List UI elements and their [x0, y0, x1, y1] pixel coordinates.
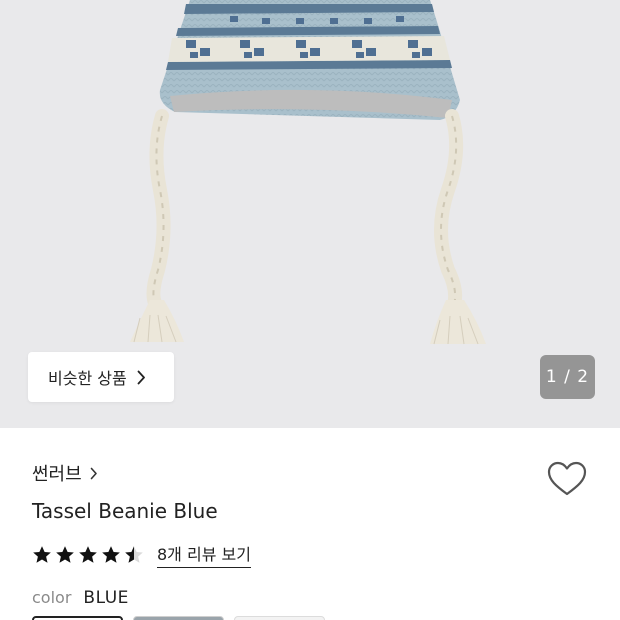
heart-icon [547, 461, 587, 496]
color-swatch-selected[interactable] [32, 616, 123, 620]
star-icon [125, 545, 143, 563]
color-swatch[interactable] [234, 616, 325, 620]
wishlist-button[interactable] [546, 460, 588, 498]
image-page-indicator: 1 / 2 [540, 355, 595, 399]
color-row: color BLUE [32, 588, 129, 608]
color-swatch[interactable] [133, 616, 224, 620]
star-icon [33, 545, 51, 563]
chevron-right-icon [90, 467, 98, 480]
star-icon [56, 545, 74, 563]
review-link[interactable]: 8개 리뷰 보기 [157, 541, 251, 568]
color-swatches [32, 616, 335, 620]
star-icon [79, 545, 97, 563]
similar-products-button[interactable]: 비슷한 상품 [28, 352, 174, 402]
star-icon [102, 545, 120, 563]
brand-name: 썬러브 [32, 464, 82, 485]
color-value: BLUE [83, 588, 129, 608]
star-rating [32, 545, 147, 565]
brand-link[interactable]: 썬러브 [32, 460, 98, 486]
chevron-right-icon [137, 370, 146, 385]
product-image-gallery[interactable]: 비슷한 상품 1 / 2 [0, 0, 620, 428]
similar-products-label: 비슷한 상품 [48, 369, 127, 388]
rating-row: 8개 리뷰 보기 [32, 541, 251, 568]
color-label: color [32, 588, 72, 607]
product-name: Tassel Beanie Blue [32, 499, 218, 523]
